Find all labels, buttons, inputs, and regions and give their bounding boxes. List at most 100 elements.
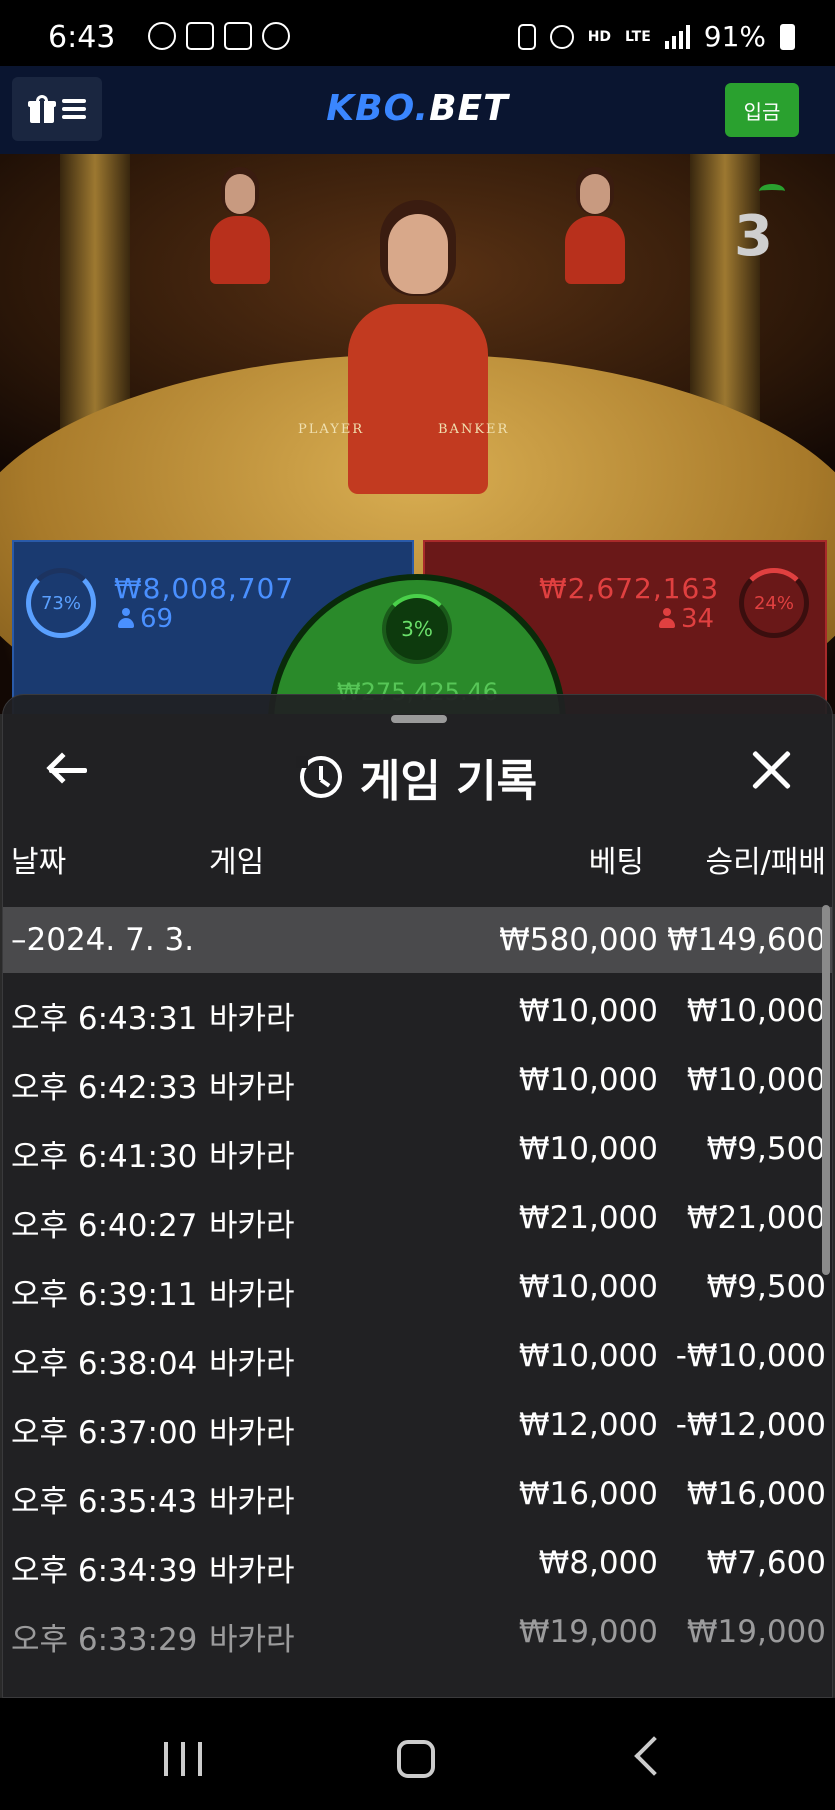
side-dealer <box>210 174 270 284</box>
summary-result: ₩149,600 <box>667 922 826 958</box>
table-row[interactable]: 오후 6:37:00 바카라 ₩12,000 -₩12,000 <box>3 1387 832 1456</box>
person-icon <box>659 608 675 628</box>
row-result: -₩10,000 <box>675 1338 826 1374</box>
table-row[interactable]: 오후 6:39:11 바카라 ₩10,000 ₩9,500 <box>3 1249 832 1318</box>
logo[interactable]: KBO.BET <box>0 88 835 129</box>
table-row[interactable]: 오후 6:42:33 바카라 ₩10,000 ₩10,000 <box>3 1042 832 1111</box>
row-result: ₩16,000 <box>686 1476 826 1512</box>
row-bet: ₩10,000 <box>518 1131 658 1167</box>
row-game: 바카라 <box>209 1415 295 1451</box>
scrollbar[interactable] <box>822 905 830 1275</box>
mail-icon <box>186 22 214 50</box>
system-nav-bar <box>0 1698 835 1810</box>
row-game: 바카라 <box>209 1484 295 1520</box>
row-bet: ₩10,000 <box>518 1269 658 1305</box>
column-result: 승리/패배 <box>705 845 826 880</box>
tie-percent-ring: 3% <box>382 594 452 664</box>
row-time: 오후 6:33:29 <box>11 1622 198 1658</box>
mute-icon <box>549 24 574 49</box>
player-bettor-count: 69 <box>118 604 173 634</box>
row-time: 오후 6:34:39 <box>11 1553 198 1589</box>
signal-icon <box>664 24 690 49</box>
close-button[interactable] <box>750 749 792 791</box>
date-summary-row[interactable]: –2024. 7. 3. ₩580,000 ₩149,600 <box>3 907 832 973</box>
player-total-amount: ₩8,008,707 <box>114 572 295 605</box>
table-player-label: PLAYER <box>298 422 365 437</box>
row-bet: ₩10,000 <box>518 1338 658 1374</box>
table-row[interactable]: 오후 6:35:43 바카라 ₩16,000 ₩16,000 <box>3 1456 832 1525</box>
row-time: 오후 6:35:43 <box>11 1484 198 1520</box>
player-percent-ring: 73% <box>26 568 96 638</box>
row-result: -₩12,000 <box>675 1407 826 1443</box>
row-result: ₩10,000 <box>686 993 826 1029</box>
alert-icon <box>262 22 290 50</box>
side-dealer <box>565 174 625 284</box>
system-back-button[interactable] <box>634 1736 674 1776</box>
row-bet: ₩16,000 <box>518 1476 658 1512</box>
row-bet: ₩12,000 <box>518 1407 658 1443</box>
lte-label: LTE <box>625 28 651 45</box>
row-bet: ₩10,000 <box>518 993 658 1029</box>
row-game: 바카라 <box>209 1208 295 1244</box>
table-row[interactable]: 오후 6:33:29 바카라 ₩19,000 ₩19,000 <box>3 1594 832 1663</box>
row-game: 바카라 <box>209 1001 295 1037</box>
row-time: 오후 6:43:31 <box>11 1001 198 1037</box>
summary-date: –2024. 7. 3. <box>11 922 195 958</box>
hd-voice-label: HD <box>587 28 612 45</box>
status-time: 6:43 <box>48 20 116 55</box>
row-bet: ₩19,000 <box>518 1614 658 1650</box>
recent-apps-button[interactable] <box>164 1742 202 1776</box>
round-number: 3 <box>734 204 773 269</box>
table-row[interactable]: 오후 6:34:39 바카라 ₩8,000 ₩7,600 <box>3 1525 832 1594</box>
row-result: ₩21,000 <box>686 1200 826 1236</box>
row-result: ₩19,000 <box>686 1614 826 1650</box>
row-time: 오후 6:37:00 <box>11 1415 198 1451</box>
table-row[interactable]: 오후 6:40:27 바카라 ₩21,000 ₩21,000 <box>3 1180 832 1249</box>
column-game: 게임 <box>209 845 265 880</box>
row-result: ₩9,500 <box>706 1269 826 1305</box>
history-table-header: 날짜 게임 베팅 승리/패배 <box>3 825 832 885</box>
notification-icons <box>148 22 290 50</box>
row-game: 바카라 <box>209 1070 295 1106</box>
column-bet: 베팅 <box>588 845 644 880</box>
row-time: 오후 6:39:11 <box>11 1277 198 1313</box>
row-time: 오후 6:38:04 <box>11 1346 198 1382</box>
gallery-icon <box>224 22 252 50</box>
sheet-header: 게임 기록 <box>3 745 832 809</box>
save-icon <box>517 23 536 50</box>
row-result: ₩7,600 <box>706 1545 826 1581</box>
row-result: ₩10,000 <box>686 1062 826 1098</box>
person-icon <box>118 608 134 628</box>
status-right: HD LTE 91% <box>517 20 795 53</box>
row-bet: ₩21,000 <box>518 1200 658 1236</box>
summary-bet: ₩580,000 <box>499 922 658 958</box>
table-row[interactable]: 오후 6:38:04 바카라 ₩10,000 -₩10,000 <box>3 1318 832 1387</box>
sheet-drag-handle[interactable] <box>391 715 447 723</box>
sheet-title: 게임 기록 <box>359 756 538 807</box>
status-bar: 6:43 HD LTE 91% <box>0 0 835 66</box>
game-history-sheet: 게임 기록 날짜 게임 베팅 승리/패배 –2024. 7. 3. ₩580,0… <box>2 694 833 1698</box>
table-row[interactable]: 오후 6:43:31 바카라 ₩10,000 ₩10,000 <box>3 973 832 1042</box>
table-banker-label: BANKER <box>438 422 510 437</box>
app-header: KBO.BET 입금 <box>0 66 835 154</box>
row-result: ₩9,500 <box>706 1131 826 1167</box>
row-bet: ₩8,000 <box>538 1545 658 1581</box>
deposit-button[interactable]: 입금 <box>725 83 799 137</box>
battery-percent: 91% <box>703 20 766 53</box>
row-game: 바카라 <box>209 1553 295 1589</box>
banker-percent-ring: 24% <box>739 568 809 638</box>
battery-icon <box>780 23 795 50</box>
banker-total-amount: ₩2,672,163 <box>539 572 720 605</box>
row-game: 바카라 <box>209 1277 295 1313</box>
banker-bettor-count: 34 <box>659 604 714 634</box>
history-rows: 오후 6:43:31 바카라 ₩10,000 ₩10,000 오후 6:42:33 바카… <box>3 973 832 1663</box>
history-icon <box>295 756 342 798</box>
row-game: 바카라 <box>209 1622 295 1658</box>
row-game: 바카라 <box>209 1139 295 1175</box>
row-game: 바카라 <box>209 1346 295 1382</box>
home-button[interactable] <box>397 1740 435 1778</box>
row-time: 오후 6:40:27 <box>11 1208 198 1244</box>
cloud-icon <box>148 22 176 50</box>
table-row[interactable]: 오후 6:41:30 바카라 ₩10,000 ₩9,500 <box>3 1111 832 1180</box>
row-bet: ₩10,000 <box>518 1062 658 1098</box>
